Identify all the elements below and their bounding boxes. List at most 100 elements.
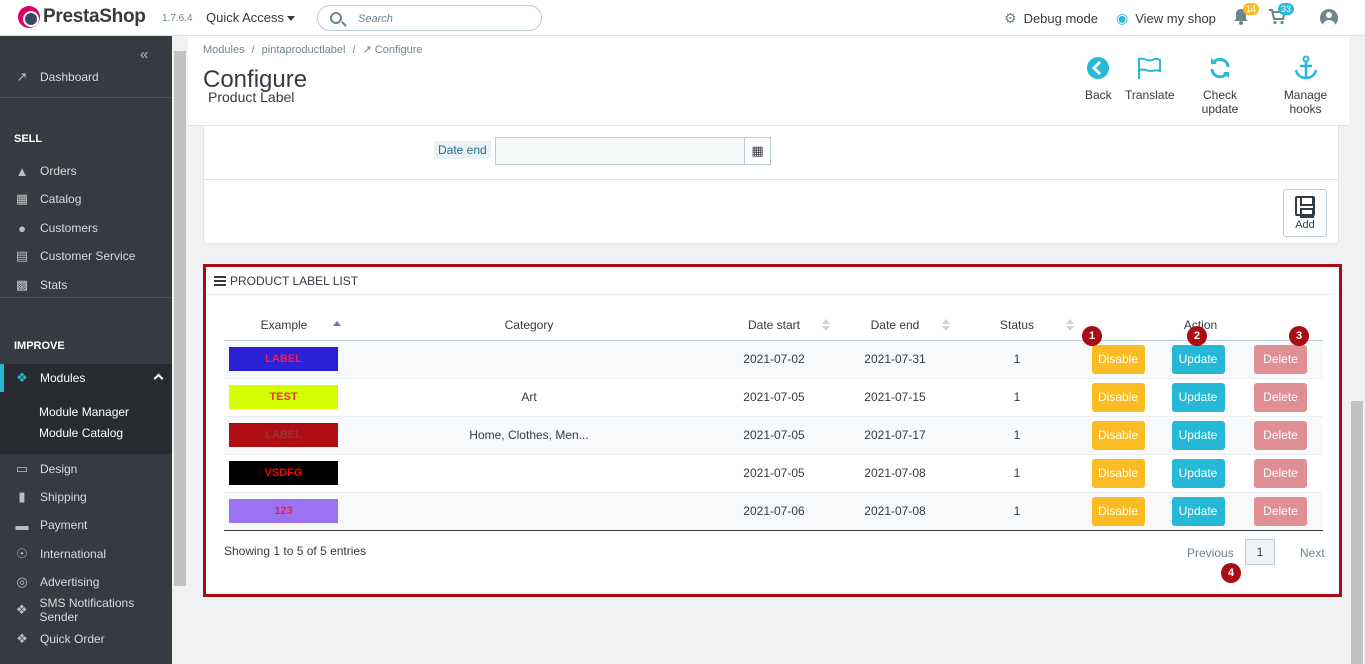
add-button[interactable]: Add bbox=[1283, 189, 1327, 237]
col-status[interactable]: Status bbox=[956, 310, 1078, 341]
sidebar-subitem-module-catalog[interactable]: Module Catalog bbox=[39, 426, 123, 440]
sidebar-divider bbox=[0, 297, 172, 298]
translate-button[interactable]: Translate bbox=[1125, 54, 1175, 102]
back-button[interactable]: Back bbox=[1085, 54, 1112, 102]
sidebar-item-customers[interactable]: ● Customers bbox=[0, 216, 172, 240]
status-cell: 1 bbox=[956, 340, 1078, 379]
delete-button[interactable]: Delete bbox=[1254, 344, 1307, 374]
sort-icon[interactable] bbox=[942, 319, 950, 331]
manage-hooks-button[interactable]: Manage hooks bbox=[1267, 54, 1344, 116]
eye-icon: ◉ bbox=[1116, 10, 1129, 26]
disable-button[interactable]: Disable bbox=[1091, 496, 1145, 526]
quick-access-dropdown[interactable]: Quick Access bbox=[206, 10, 296, 25]
date-start-cell: 2021-07-05 bbox=[714, 416, 834, 455]
prestashop-logo[interactable]: PrestaShop bbox=[18, 6, 146, 28]
scrollbar-thumb[interactable] bbox=[1351, 401, 1363, 664]
delete-button[interactable]: Delete bbox=[1254, 496, 1307, 526]
update-button[interactable]: Update bbox=[1171, 382, 1225, 412]
modules-submenu: Module Manager Module Catalog bbox=[0, 392, 172, 454]
action-cell: Update bbox=[1158, 492, 1238, 531]
action-cell: Disable bbox=[1078, 416, 1158, 455]
disable-button[interactable]: Disable bbox=[1091, 458, 1145, 488]
disable-button[interactable]: Disable bbox=[1091, 382, 1145, 412]
sidebar-item-label: Stats bbox=[40, 278, 68, 292]
notifications-button[interactable]: 14 bbox=[1233, 3, 1260, 26]
basket-icon: ▲ bbox=[15, 163, 29, 179]
sidebar-item-advertising[interactable]: ◎ Advertising bbox=[0, 570, 172, 594]
col-date-start[interactable]: Date start bbox=[714, 310, 834, 341]
label-preview: LABEL bbox=[229, 423, 338, 447]
disable-button[interactable]: Disable bbox=[1091, 420, 1145, 450]
search-input[interactable] bbox=[358, 10, 528, 27]
sort-icon[interactable] bbox=[1066, 319, 1074, 331]
sidebar-item-sms-notifications[interactable]: ❖ SMS Notifications Sender bbox=[0, 596, 172, 624]
sidebar-item-stats[interactable]: ▩ Stats bbox=[0, 273, 172, 297]
sidebar-item-label: Customer Service bbox=[40, 249, 136, 263]
sort-icon[interactable] bbox=[822, 319, 830, 331]
collapse-sidebar-icon[interactable]: « bbox=[140, 46, 148, 63]
calendar-icon[interactable]: ▦ bbox=[744, 137, 771, 165]
category-cell: Home, Clothes, Men... bbox=[344, 416, 714, 455]
update-button[interactable]: Update bbox=[1171, 344, 1225, 374]
breadcrumb-module[interactable]: pintaproductlabel bbox=[262, 44, 346, 56]
sidebar-item-label: Customers bbox=[40, 221, 99, 235]
date-end-input[interactable] bbox=[495, 137, 745, 165]
update-button[interactable]: Update bbox=[1171, 420, 1225, 450]
pagination-next[interactable]: Next bbox=[1300, 546, 1325, 560]
category-cell bbox=[344, 454, 714, 493]
search-icon[interactable] bbox=[330, 12, 342, 24]
update-button[interactable]: Update bbox=[1171, 496, 1225, 526]
sort-asc-icon[interactable] bbox=[333, 319, 341, 331]
sidebar-item-modules[interactable]: ❖ Modules bbox=[0, 364, 172, 392]
pagination-page-1[interactable]: 1 bbox=[1245, 539, 1275, 565]
sidebar-item-customer-service[interactable]: ▤ Customer Service bbox=[0, 244, 172, 268]
delete-button[interactable]: Delete bbox=[1254, 458, 1307, 488]
version-label: 1.7.6.4 bbox=[162, 13, 193, 24]
col-example[interactable]: Example bbox=[224, 310, 344, 341]
disable-button[interactable]: Disable bbox=[1091, 344, 1145, 374]
anchor-icon bbox=[1294, 55, 1317, 80]
truck-icon: ▮ bbox=[18, 489, 26, 504]
pagination-previous[interactable]: Previous bbox=[1187, 546, 1234, 560]
sidebar-item-international[interactable]: ☉ International bbox=[0, 542, 172, 566]
sidebar-item-design[interactable]: ▭ Design bbox=[0, 457, 172, 481]
sidebar-item-payment[interactable]: ▬ Payment bbox=[0, 513, 172, 537]
action-cell: Update bbox=[1158, 416, 1238, 455]
sidebar-item-quick-order[interactable]: ❖ Quick Order bbox=[0, 627, 172, 651]
search-box[interactable] bbox=[317, 5, 542, 31]
target-icon: ◎ bbox=[16, 574, 28, 589]
panel-title-text: PRODUCT LABEL LIST bbox=[230, 274, 359, 288]
sidebar-subitem-module-manager[interactable]: Module Manager bbox=[39, 405, 129, 419]
col-date-end[interactable]: Date end bbox=[834, 310, 956, 341]
sidebar-item-shipping[interactable]: ▮ Shipping bbox=[0, 485, 172, 509]
caret-down-icon bbox=[287, 16, 296, 22]
example-cell: 123 bbox=[224, 492, 344, 531]
label-preview: TEST bbox=[229, 385, 338, 409]
sidebar-section-sell: SELL bbox=[14, 133, 43, 145]
form-footer-divider bbox=[204, 179, 1338, 180]
delete-button[interactable]: Delete bbox=[1254, 420, 1307, 450]
update-button[interactable]: Update bbox=[1171, 458, 1225, 488]
main-scrollbar[interactable] bbox=[172, 36, 188, 664]
sidebar-item-catalog[interactable]: ▦ Catalog bbox=[0, 187, 172, 211]
delete-button[interactable]: Delete bbox=[1254, 382, 1307, 412]
debug-mode-link[interactable]: ⚙ Debug mode bbox=[1004, 10, 1098, 27]
col-category[interactable]: Category bbox=[344, 310, 714, 341]
page-scrollbar[interactable] bbox=[1349, 36, 1365, 664]
top-header: PrestaShop 1.7.6.4 Quick Access ⚙ Debug … bbox=[0, 0, 1365, 36]
action-cell: Disable bbox=[1078, 454, 1158, 493]
sidebar-item-orders[interactable]: ▲ Orders bbox=[0, 159, 172, 183]
sidebar-section-improve: IMPROVE bbox=[14, 340, 65, 352]
page-header: Modules / pintaproductlabel / ↗ Configure Co… bbox=[188, 36, 1349, 126]
puzzle-icon: ❖ bbox=[16, 631, 28, 646]
orders-cart-button[interactable]: 33 bbox=[1268, 3, 1295, 26]
view-my-shop-link[interactable]: ◉ View my shop bbox=[1116, 10, 1216, 27]
breadcrumb-modules[interactable]: Modules bbox=[203, 44, 245, 56]
sidebar-item-dashboard[interactable]: ↗ Dashboard bbox=[0, 65, 172, 89]
trending-up-icon: ↗ bbox=[16, 69, 28, 84]
scrollbar-thumb[interactable] bbox=[174, 51, 186, 586]
check-update-button[interactable]: Check update bbox=[1185, 54, 1255, 116]
chat-icon: ▤ bbox=[15, 248, 29, 263]
user-avatar-icon[interactable] bbox=[1320, 9, 1338, 27]
category-cell bbox=[344, 492, 714, 531]
